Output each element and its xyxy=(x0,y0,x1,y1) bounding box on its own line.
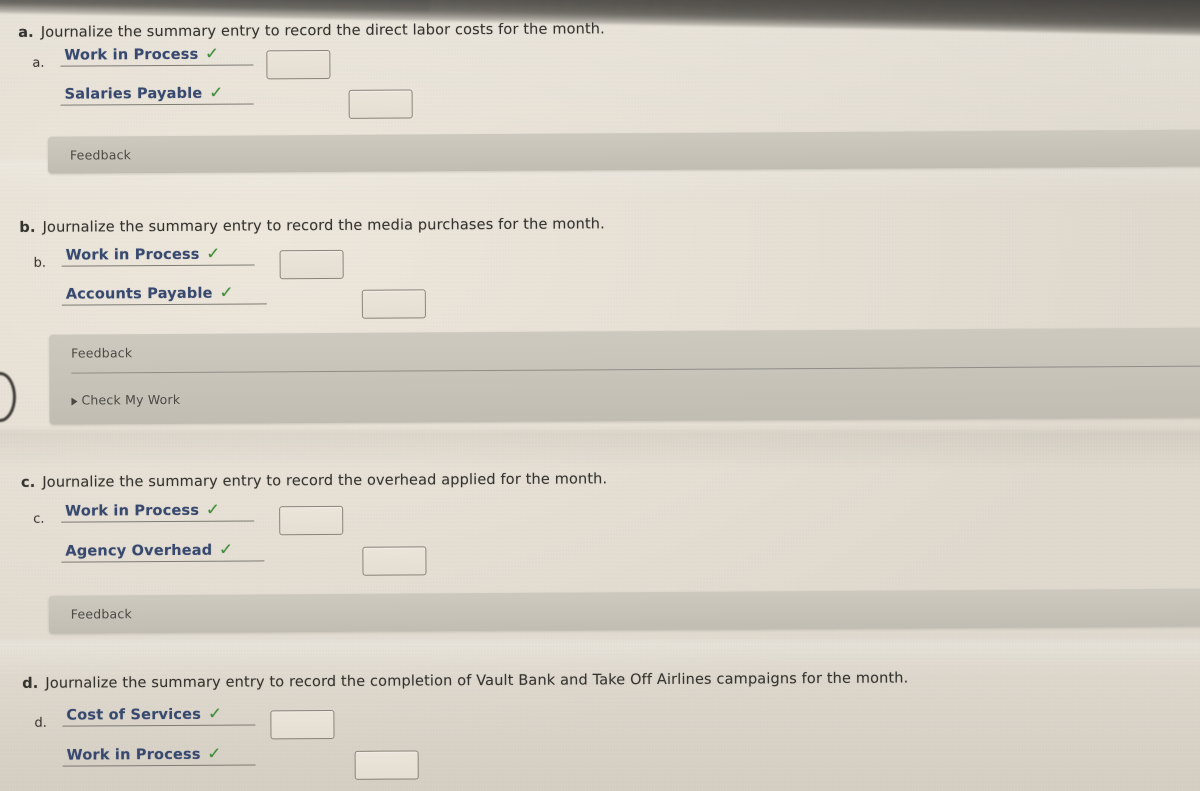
section-d-entry-label: d. xyxy=(34,715,47,731)
section-a-tag: a. xyxy=(18,24,34,41)
section-a-amount-input-1[interactable] xyxy=(266,49,331,80)
check-mark-icon: ✓ xyxy=(205,499,220,519)
section-a-prompt-text: Journalize the summary entry to record t… xyxy=(40,21,605,41)
section-c-entry-label: c. xyxy=(33,511,45,527)
section-c-feedback-panel: Feedback xyxy=(48,588,1200,634)
section-d-prompt-text: Journalize the summary entry to record t… xyxy=(45,670,909,692)
question-content: a. Journalize the summary entry to record… xyxy=(0,0,1200,791)
check-my-work-toggle[interactable]: Check My Work xyxy=(71,392,180,408)
section-b-amount-input-1[interactable] xyxy=(279,249,344,280)
account-name: Work in Process xyxy=(65,502,200,520)
section-a-amount-input-2[interactable] xyxy=(348,89,413,119)
account-name: Work in Process xyxy=(66,746,201,764)
section-d-prompt: d. Journalize the summary entry to record… xyxy=(22,670,908,691)
section-b-tag: b. xyxy=(19,219,36,236)
section-c-amount-input-1[interactable] xyxy=(279,505,344,536)
feedback-divider xyxy=(71,365,1200,374)
feedback-label: Feedback xyxy=(71,345,133,361)
section-d-amount-input-2[interactable] xyxy=(354,750,419,780)
section-b-account-row-2[interactable]: Accounts Payable ✓ xyxy=(61,282,267,306)
section-a-account-row-1[interactable]: Work in Process ✓ xyxy=(60,43,254,67)
section-a-feedback-panel: Feedback xyxy=(47,129,1200,174)
section-b-entry-label: b. xyxy=(33,255,47,271)
section-a-account-row-2[interactable]: Salaries Payable ✓ xyxy=(60,82,254,106)
section-d-account-row-2[interactable]: Work in Process ✓ xyxy=(62,743,256,767)
section-b-feedback-panel: Feedback Check My Work xyxy=(49,327,1200,425)
check-mark-icon: ✓ xyxy=(207,743,222,763)
section-b-prompt: b. Journalize the summary entry to record… xyxy=(19,216,605,236)
check-mark-icon: ✓ xyxy=(219,282,234,302)
check-my-work-label: Check My Work xyxy=(81,391,181,408)
section-c-account-row-2[interactable]: Agency Overhead ✓ xyxy=(61,539,265,563)
section-c-tag: c. xyxy=(20,474,36,491)
account-name: Work in Process xyxy=(64,46,199,64)
check-mark-icon: ✓ xyxy=(206,243,221,263)
section-b-account-row-1[interactable]: Work in Process ✓ xyxy=(61,243,255,267)
feedback-label: Feedback xyxy=(69,147,132,163)
check-mark-icon: ✓ xyxy=(204,43,220,63)
account-name: Cost of Services xyxy=(66,706,202,724)
section-c-account-row-1[interactable]: Work in Process ✓ xyxy=(61,499,255,523)
section-d-account-row-1[interactable]: Cost of Services ✓ xyxy=(62,703,256,727)
section-d-amount-input-1[interactable] xyxy=(270,709,335,740)
section-b-amount-input-2[interactable] xyxy=(361,289,426,319)
section-d-tag: d. xyxy=(22,675,39,692)
account-name: Agency Overhead xyxy=(65,542,213,560)
section-c-prompt-text: Journalize the summary entry to record t… xyxy=(42,471,608,491)
section-b-prompt-text: Journalize the summary entry to record t… xyxy=(42,216,605,236)
check-mark-icon: ✓ xyxy=(207,703,222,723)
account-name: Work in Process xyxy=(65,246,200,264)
screenshot-root: a. Journalize the summary entry to record… xyxy=(0,0,1200,791)
section-a-entry-label: a. xyxy=(32,55,45,71)
account-name: Accounts Payable xyxy=(65,285,213,303)
section-c-amount-input-2[interactable] xyxy=(362,546,427,576)
account-name: Salaries Payable xyxy=(64,85,203,103)
check-mark-icon: ✓ xyxy=(218,539,234,559)
section-c-prompt: c. Journalize the summary entry to record… xyxy=(21,471,607,491)
section-a-prompt: a. Journalize the summary entry to record… xyxy=(18,21,605,41)
feedback-label: Feedback xyxy=(70,606,132,622)
check-mark-icon: ✓ xyxy=(209,82,224,102)
expand-triangle-icon xyxy=(71,397,78,406)
